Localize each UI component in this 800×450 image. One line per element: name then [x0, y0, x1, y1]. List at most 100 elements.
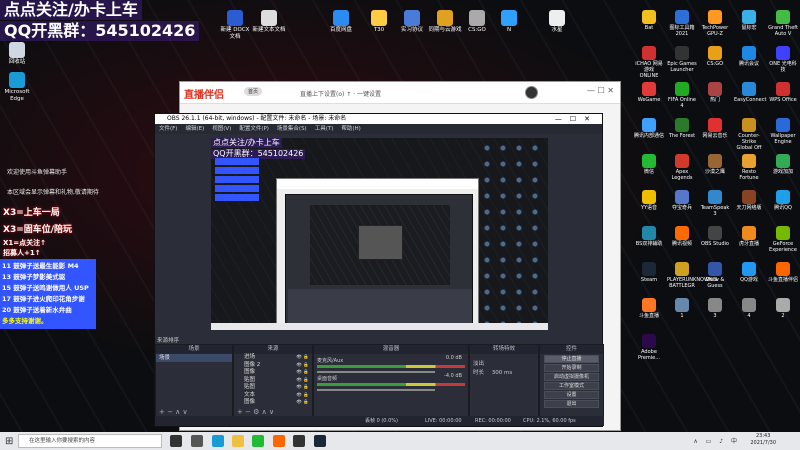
desktop-icon[interactable]: N [492, 10, 526, 34]
desktop-icon[interactable]: GeForce Experience [768, 226, 798, 253]
desktop-icon[interactable]: 2 [768, 298, 798, 319]
transition-type-select[interactable]: 淡出 [470, 360, 538, 369]
control-button[interactable]: 停止直播 [544, 355, 599, 363]
desktop-icon[interactable]: 沙漠之鹰 [700, 154, 730, 175]
desktop-icon[interactable]: CS:GO [700, 46, 730, 67]
obs-menu-item[interactable]: 编辑(E) [185, 126, 204, 132]
obs-menu-item[interactable]: 场景集合(S) [277, 126, 307, 132]
desktop-icon[interactable]: Bat [634, 10, 664, 31]
desktop-icon[interactable]: 回收站 [0, 42, 34, 66]
desktop-icon[interactable]: PLAYERUNKNOWN'S BATTLEGR [667, 262, 717, 289]
desktop-icon[interactable]: Apex Legends [667, 154, 697, 181]
source-item[interactable]: 图像 [234, 369, 312, 377]
desktop-icon[interactable]: 夺宝奇兵 [667, 190, 697, 211]
desktop-icon[interactable]: FIFA Online 4 [667, 82, 697, 109]
scene-item[interactable]: 场景 [156, 354, 232, 362]
explorer-icon[interactable] [232, 435, 244, 447]
desktop-icon[interactable]: OBS Studio [700, 226, 730, 247]
task-view-icon[interactable] [191, 435, 203, 447]
browser-tabs[interactable]: 直播上下设置(o) ↑ · 一键设置 [300, 89, 381, 98]
desktop-icon[interactable]: Resto Fortune [734, 154, 764, 181]
obs-menu-item[interactable]: 文件(F) [159, 126, 177, 132]
desktop-icon[interactable]: 斗鱼直播伴侣 [768, 262, 798, 283]
obs-window[interactable]: OBS 26.1.1 (64-bit, windows) - 配置文件: 未命名… [154, 113, 604, 427]
transition-duration[interactable]: 时长 300 ms [470, 369, 538, 378]
desktop-icon[interactable]: Grand Theft Auto V [768, 10, 798, 37]
desktop-icon[interactable]: Microsoft Edge [0, 72, 34, 103]
desktop-icon[interactable]: Steam [634, 262, 664, 283]
desktop-icon[interactable]: TechPower GPU-Z [700, 10, 730, 37]
obs-menu-item[interactable]: 视图(V) [212, 126, 231, 132]
desktop-icon[interactable]: The Forest [667, 118, 697, 139]
desktop-icon[interactable]: 新建 DOCX 文档 [218, 10, 252, 41]
obs-window-controls[interactable]: —☐✕ [555, 114, 598, 124]
control-button[interactable]: 启动虚拟摄像机 [544, 373, 599, 381]
desktop-icon[interactable]: BS双排辅助 [634, 226, 664, 247]
desktop-icon[interactable]: WeGame [634, 82, 664, 103]
home-pill[interactable]: 首页 [244, 87, 263, 96]
obs-menu-item[interactable]: 帮助(H) [341, 126, 360, 132]
desktop-icon[interactable]: WPS Office [768, 82, 798, 103]
taskbar-clock[interactable]: 23:43 2021/7/30 [750, 433, 776, 447]
desktop-icon[interactable]: 腾讯QQ [768, 190, 798, 211]
desktop-icon[interactable]: 鼠标宏 [734, 10, 764, 31]
douyu-icon[interactable] [273, 435, 285, 447]
desktop-icon[interactable]: 新建文本文档 [252, 10, 286, 34]
desktop-icon[interactable]: ONE 光电科技 [768, 46, 798, 73]
desktop-icon[interactable]: Wallpaper Engine [768, 118, 798, 145]
source-item[interactable]: 文本 [234, 392, 312, 400]
avatar[interactable] [525, 86, 538, 99]
wechat-icon[interactable] [252, 435, 264, 447]
mixer-channel[interactable]: 麦克风/Aux 0.0 dB [314, 354, 468, 373]
windows-start-icon[interactable]: ⊞ [5, 436, 13, 447]
desktop-icon[interactable]: 1 [667, 298, 697, 319]
desktop-icon[interactable]: CS:GO [460, 10, 494, 34]
desktop-icon[interactable]: 腾讯会议 [734, 46, 764, 67]
taskbar-search-input[interactable]: 在这里输入你要搜索的内容 [18, 434, 162, 448]
desktop-icon[interactable]: 实习协议 [395, 10, 429, 34]
desktop-icon[interactable]: Adobe Premie... [634, 334, 664, 361]
desktop-icon[interactable]: Epic Games Launcher [667, 46, 697, 73]
desktop-icon[interactable]: 热门 [700, 82, 730, 103]
desktop-icon[interactable]: 4 [734, 298, 764, 319]
desktop-icon[interactable]: 天刀网络版 [734, 190, 764, 211]
source-item[interactable]: 贴图 [234, 377, 312, 385]
desktop-icon[interactable]: 斗鱼直播 [634, 298, 664, 319]
obs-preview[interactable]: 点点关注/办卡上车 QQ开黑群：545102426 [211, 138, 548, 330]
desktop-icon[interactable]: 3 [700, 298, 730, 319]
desktop-icon[interactable]: 百度网盘 [324, 10, 358, 34]
control-button[interactable]: 开始录制 [544, 364, 599, 372]
desktop-icon[interactable]: 微信 [634, 154, 664, 175]
desktop-icon[interactable]: iCHAO 网易游戏 ONLINE [634, 46, 664, 79]
control-button[interactable]: 退出 [544, 400, 599, 408]
source-item[interactable]: 图像 [234, 399, 312, 407]
desktop-icon[interactable]: Draw & Guess [700, 262, 730, 289]
desktop-icon[interactable]: T30 [362, 10, 396, 34]
edge-icon[interactable] [212, 435, 224, 447]
obs-icon[interactable] [293, 435, 305, 447]
desktop-icon[interactable]: 腾讯视频 [667, 226, 697, 247]
obs-menu-item[interactable]: 工具(T) [315, 126, 334, 132]
source-item[interactable]: 贴图 [234, 384, 312, 392]
window-controls[interactable]: — ☐ ✕ [587, 86, 614, 95]
desktop-icon[interactable]: 同期与云游戏 [428, 10, 462, 34]
desktop-icon[interactable]: 网易云音乐 [700, 118, 730, 139]
steam-icon[interactable] [314, 435, 326, 447]
volume-slider[interactable] [317, 389, 436, 391]
source-item[interactable]: 图像 2 [234, 362, 312, 370]
desktop-icon[interactable]: Counter-Strike Global Off [734, 118, 764, 151]
system-tray[interactable]: ∧ ▭ ♪ 中 [693, 436, 740, 445]
source-item[interactable]: 进场 [234, 354, 312, 362]
desktop-icon[interactable]: EasyConnect [734, 82, 766, 103]
desktop-icon[interactable]: 水星 [540, 10, 574, 34]
desktop-icon[interactable]: 游戏加加 [768, 154, 798, 175]
desktop-icon[interactable]: 图标工具箱 2021 [667, 10, 697, 37]
control-button[interactable]: 设置 [544, 391, 599, 399]
obs-menu-item[interactable]: 配置文件(P) [239, 126, 269, 132]
cortana-icon[interactable] [170, 435, 182, 447]
desktop-icon[interactable]: TeamSpeak 3 [700, 190, 730, 217]
desktop-icon[interactable]: QQ游戏 [734, 262, 764, 283]
desktop-icon[interactable]: 虎牙直播 [734, 226, 764, 247]
desktop-icon[interactable]: YY语音 [634, 190, 664, 211]
mixer-channel[interactable]: 桌面音频 -4.0 dB [314, 372, 468, 391]
